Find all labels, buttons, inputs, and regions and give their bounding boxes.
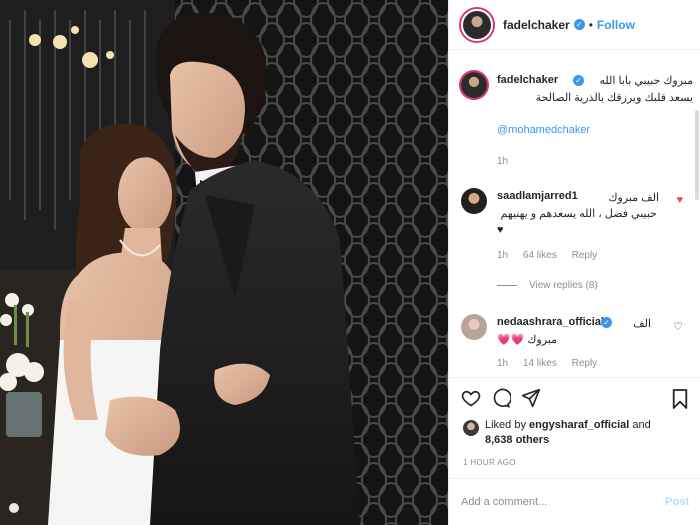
liked-by-and: and [632, 419, 651, 431]
comment-meta: 1h 14 likes Reply [497, 358, 609, 369]
comment-time: 1h [497, 250, 509, 261]
post-caption: fadelchaker ✓ مبروك حبيبي بابا الله يسعد… [461, 72, 693, 172]
post-photo[interactable] [0, 0, 448, 525]
couple-photo-illustration [0, 0, 448, 525]
commenter-avatar[interactable] [461, 314, 487, 340]
comments-scrollbar[interactable] [695, 110, 699, 200]
liked-by-prefix: Liked by [485, 419, 526, 431]
verified-badge-icon: ✓ [573, 19, 585, 30]
comment-reply-button[interactable]: Reply [572, 250, 598, 261]
follow-button[interactable]: Follow [597, 18, 635, 32]
comment-likes[interactable]: 14 likes [523, 358, 557, 369]
save-bookmark-icon[interactable] [671, 388, 689, 410]
comment-text-line2: مبروك [527, 334, 557, 346]
post-timestamp[interactable]: 1 HOUR AGO [463, 458, 516, 467]
add-comment-input[interactable] [461, 496, 666, 508]
caption-text-line2: يسعد قلبك ويرزقك بالذرية الصالحة [535, 92, 693, 104]
comment-meta: 1h 64 likes Reply [497, 250, 609, 261]
author-avatar[interactable] [461, 8, 493, 41]
view-replies-label: View replies (8) [529, 280, 598, 291]
comment-reply-button[interactable]: Reply [572, 358, 598, 369]
post-actions [449, 380, 700, 420]
comment-likes[interactable]: 64 likes [523, 250, 557, 261]
view-replies-line [497, 284, 517, 286]
post-header: fadelchaker ✓ • Follow [449, 0, 700, 50]
caption-avatar[interactable] [461, 72, 487, 98]
caption-username[interactable]: fadelchaker [497, 74, 558, 86]
comment-time: 1h [497, 358, 509, 369]
post-side-panel: fadelchaker ✓ • Follow fadelchaker ✓ مبر… [448, 0, 700, 525]
comments-list[interactable]: fadelchaker ✓ مبروك حبيبي بابا الله يسعد… [449, 50, 700, 378]
author-username[interactable]: fadelchaker [503, 18, 570, 32]
commenter-username[interactable]: saadlamjarred1 [497, 190, 578, 202]
liker-avatar[interactable] [463, 420, 479, 436]
comment-text-line3: ♥ [497, 224, 504, 236]
comment-like-heart-icon[interactable]: ♡ [673, 320, 683, 333]
liked-by-summary: Liked by engysharaf_official and 8,638 o… [463, 418, 693, 448]
instagram-post: fadelchaker ✓ • Follow fadelchaker ✓ مبر… [0, 0, 700, 525]
liked-by-others-link[interactable]: 8,638 others [485, 434, 549, 446]
liked-by-user-link[interactable]: engysharaf_official [529, 419, 629, 431]
separator-dot: • [588, 17, 593, 32]
liked-by-text: Liked by engysharaf_official and 8,638 o… [485, 418, 693, 448]
caption-time: 1h [497, 156, 509, 167]
comment-text-line1: الف [633, 318, 651, 330]
add-comment-bar: Post [449, 478, 700, 525]
comment-like-heart-icon[interactable]: ♥ [676, 194, 683, 206]
comment-text-line1: الف مبروك [608, 192, 659, 204]
comment-bubble-icon[interactable] [491, 388, 511, 408]
caption-text-line1: مبروك حبيبي بابا الله [599, 75, 693, 87]
commenter-username[interactable]: nedaashrara_official [497, 316, 604, 328]
view-replies-button[interactable]: View replies (8) [497, 280, 598, 291]
caption-mention-link[interactable]: @mohamedchaker [497, 124, 590, 136]
post-comment-button[interactable]: Post [665, 496, 689, 508]
comment-item: nedaashrara_official ✓ الف ♡ 💗💗 مبروك 1h… [461, 314, 693, 377]
share-paper-plane-icon[interactable] [521, 388, 541, 408]
commenter-avatar[interactable] [461, 188, 487, 214]
like-heart-icon[interactable] [461, 388, 481, 408]
comment-text-line2: حبيبي فضل ، الله يسعدهم و يهنيهم [500, 208, 657, 220]
